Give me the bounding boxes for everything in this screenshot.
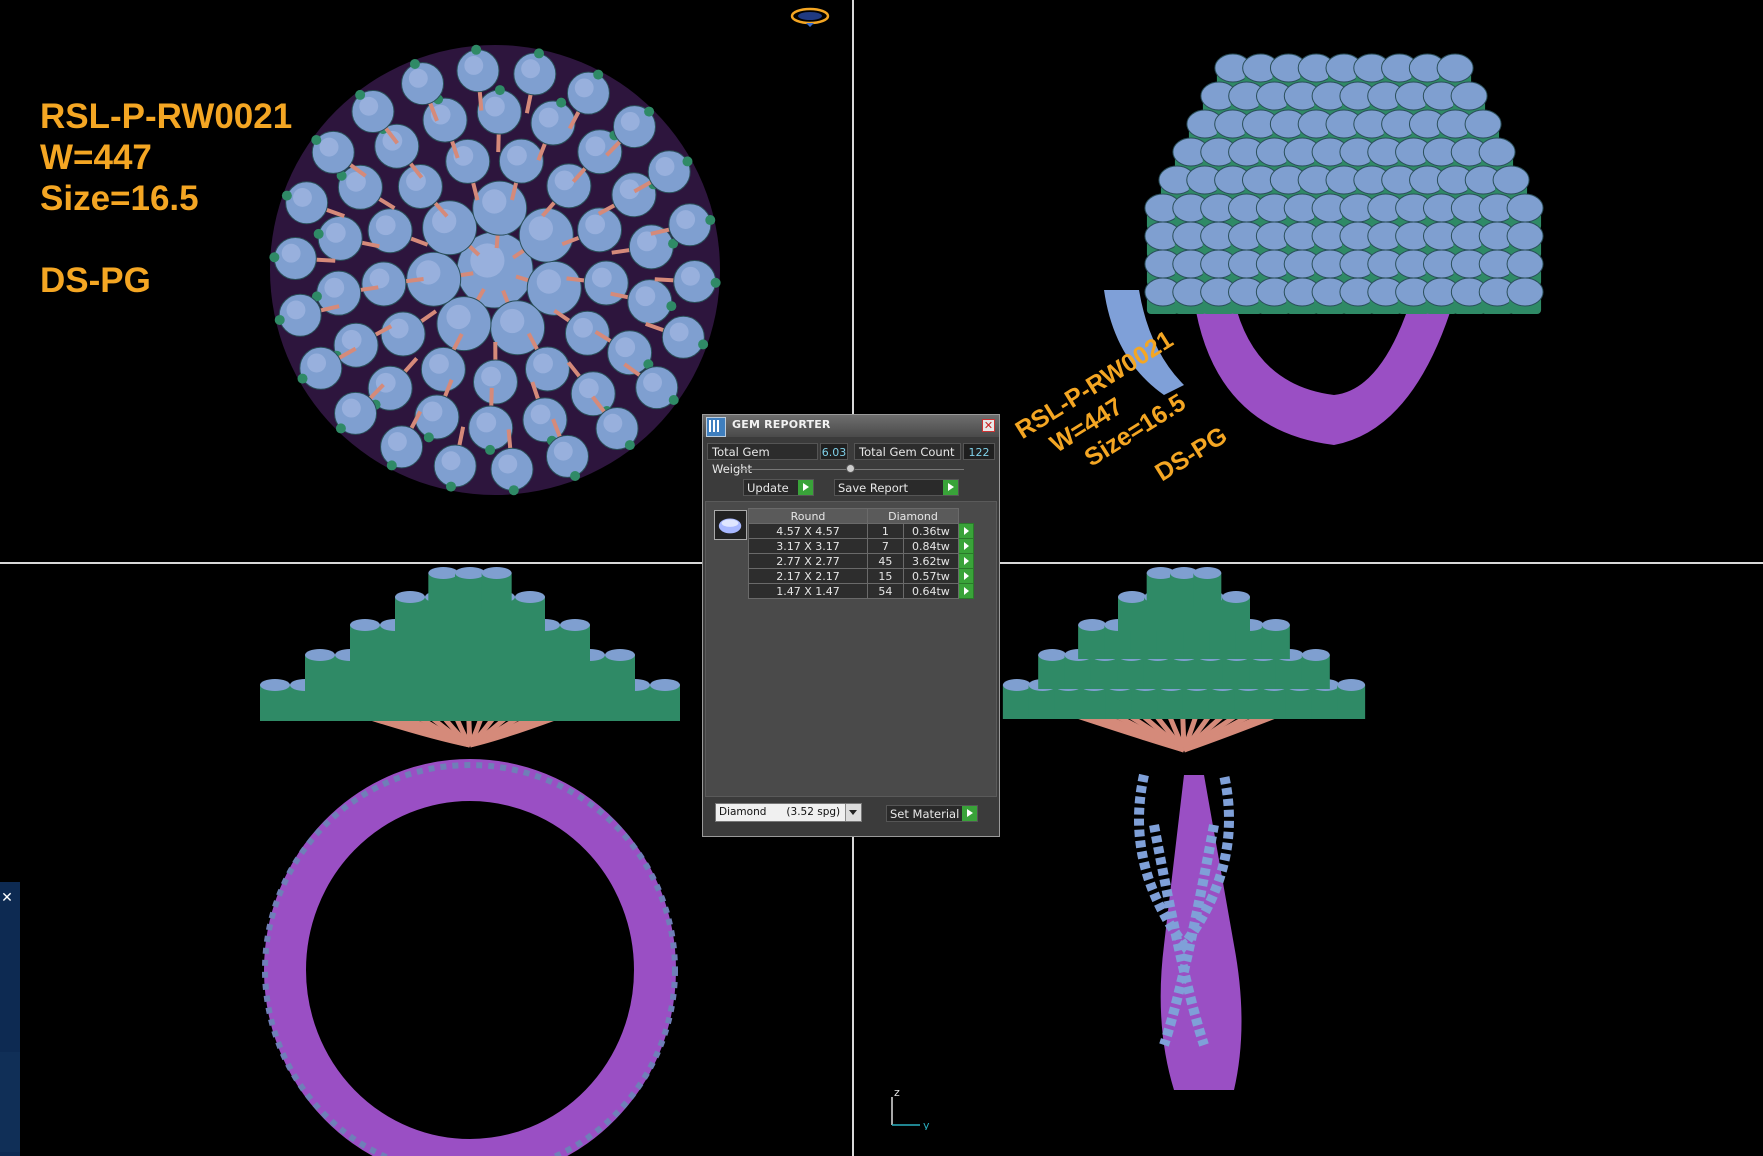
gem-weight-cell: 0.84tw: [902, 538, 960, 554]
axis-icon: z y: [891, 1086, 930, 1130]
gem-weight-cell: 0.64tw: [902, 583, 960, 599]
material-select[interactable]: Diamond (3.52 spg): [715, 803, 862, 822]
design-info-label: RSL-P-RW0021 W=447 Size=16.5 DS-PG: [40, 96, 292, 301]
gem-size-cell: 2.77 X 2.77: [748, 553, 868, 569]
save-report-button[interactable]: Save Report: [834, 479, 959, 496]
green-arrow-icon: [798, 480, 813, 495]
gem-reporter-titlebar[interactable]: GEM REPORTER ✕: [703, 415, 999, 437]
table-row[interactable]: 1.47 X 1.47 54 0.64tw: [748, 583, 974, 599]
chevron-down-icon[interactable]: [845, 804, 861, 821]
design-code: RSL-P-RW0021: [40, 97, 293, 136]
close-icon[interactable]: ✕: [982, 419, 995, 432]
gem-size-cell: 1.47 X 1.47: [748, 583, 868, 599]
green-arrow-icon: [962, 806, 977, 821]
view-cube-icon[interactable]: [790, 6, 830, 28]
update-button[interactable]: Update: [743, 479, 814, 496]
set-material-button-label: Set Material: [890, 807, 960, 821]
total-gem-weight-value: 6.03: [820, 443, 848, 460]
gem-reporter-title: GEM REPORTER: [732, 418, 831, 431]
gem-weight-cell: 3.62tw: [902, 553, 960, 569]
design-weight: W=447: [40, 138, 152, 177]
shape-header: Round: [748, 508, 868, 524]
gem-size-cell: 2.17 X 2.17: [748, 568, 868, 584]
green-arrow-icon[interactable]: [958, 538, 974, 554]
table-row[interactable]: 2.77 X 2.77 45 3.62tw: [748, 553, 974, 569]
gem-count-cell: 15: [867, 568, 904, 584]
gem-count-cell: 54: [867, 583, 904, 599]
green-arrow-icon[interactable]: [958, 583, 974, 599]
table-row[interactable]: 2.17 X 2.17 15 0.57tw: [748, 568, 974, 584]
set-material-button[interactable]: Set Material: [886, 805, 978, 822]
gem-size-cell: 4.57 X 4.57: [748, 523, 868, 539]
green-arrow-icon[interactable]: [958, 568, 974, 584]
save-report-button-label: Save Report: [838, 481, 909, 495]
axis-y-label: y: [923, 1119, 930, 1130]
update-button-label: Update: [747, 481, 789, 495]
gem-weight-cell: 0.57tw: [902, 568, 960, 584]
green-arrow-icon[interactable]: [958, 523, 974, 539]
gem-count-cell: 45: [867, 553, 904, 569]
close-icon[interactable]: ✕: [0, 890, 14, 906]
material-select-value: Diamond (3.52 spg): [719, 806, 841, 818]
design-metal: DS-PG: [40, 261, 151, 300]
total-gem-count-value: 122: [963, 443, 995, 460]
design-size: Size=16.5: [40, 179, 199, 218]
gem-reporter-window[interactable]: GEM REPORTER ✕ Total Gem Weight 6.03 Tot…: [702, 414, 1000, 837]
gem-table: Round Diamond 4.57 X 4.57 1 0.36tw 3.17 X 3…: [748, 508, 974, 599]
background-window-edge: ✕: [0, 882, 20, 1156]
material-header: Diamond: [867, 508, 959, 524]
gem-reporter-app-icon: [706, 417, 726, 437]
gem-count-cell: 1: [867, 523, 904, 539]
table-row[interactable]: 3.17 X 3.17 7 0.84tw: [748, 538, 974, 554]
green-arrow-icon[interactable]: [958, 553, 974, 569]
collapse-toggle[interactable]: [846, 464, 855, 473]
gem-weight-cell: 0.36tw: [902, 523, 960, 539]
total-gem-count-label: Total Gem Count: [854, 443, 961, 460]
round-diamond-icon[interactable]: [714, 510, 747, 540]
green-arrow-icon: [943, 480, 958, 495]
total-gem-weight-label: Total Gem Weight: [707, 443, 818, 476]
gem-list-panel[interactable]: Round Diamond 4.57 X 4.57 1 0.36tw 3.17 X 3…: [705, 501, 997, 797]
gem-count-cell: 7: [867, 538, 904, 554]
axis-z-label: z: [894, 1086, 900, 1099]
gem-size-cell: 3.17 X 3.17: [748, 538, 868, 554]
table-row[interactable]: 4.57 X 4.57 1 0.36tw: [748, 523, 974, 539]
